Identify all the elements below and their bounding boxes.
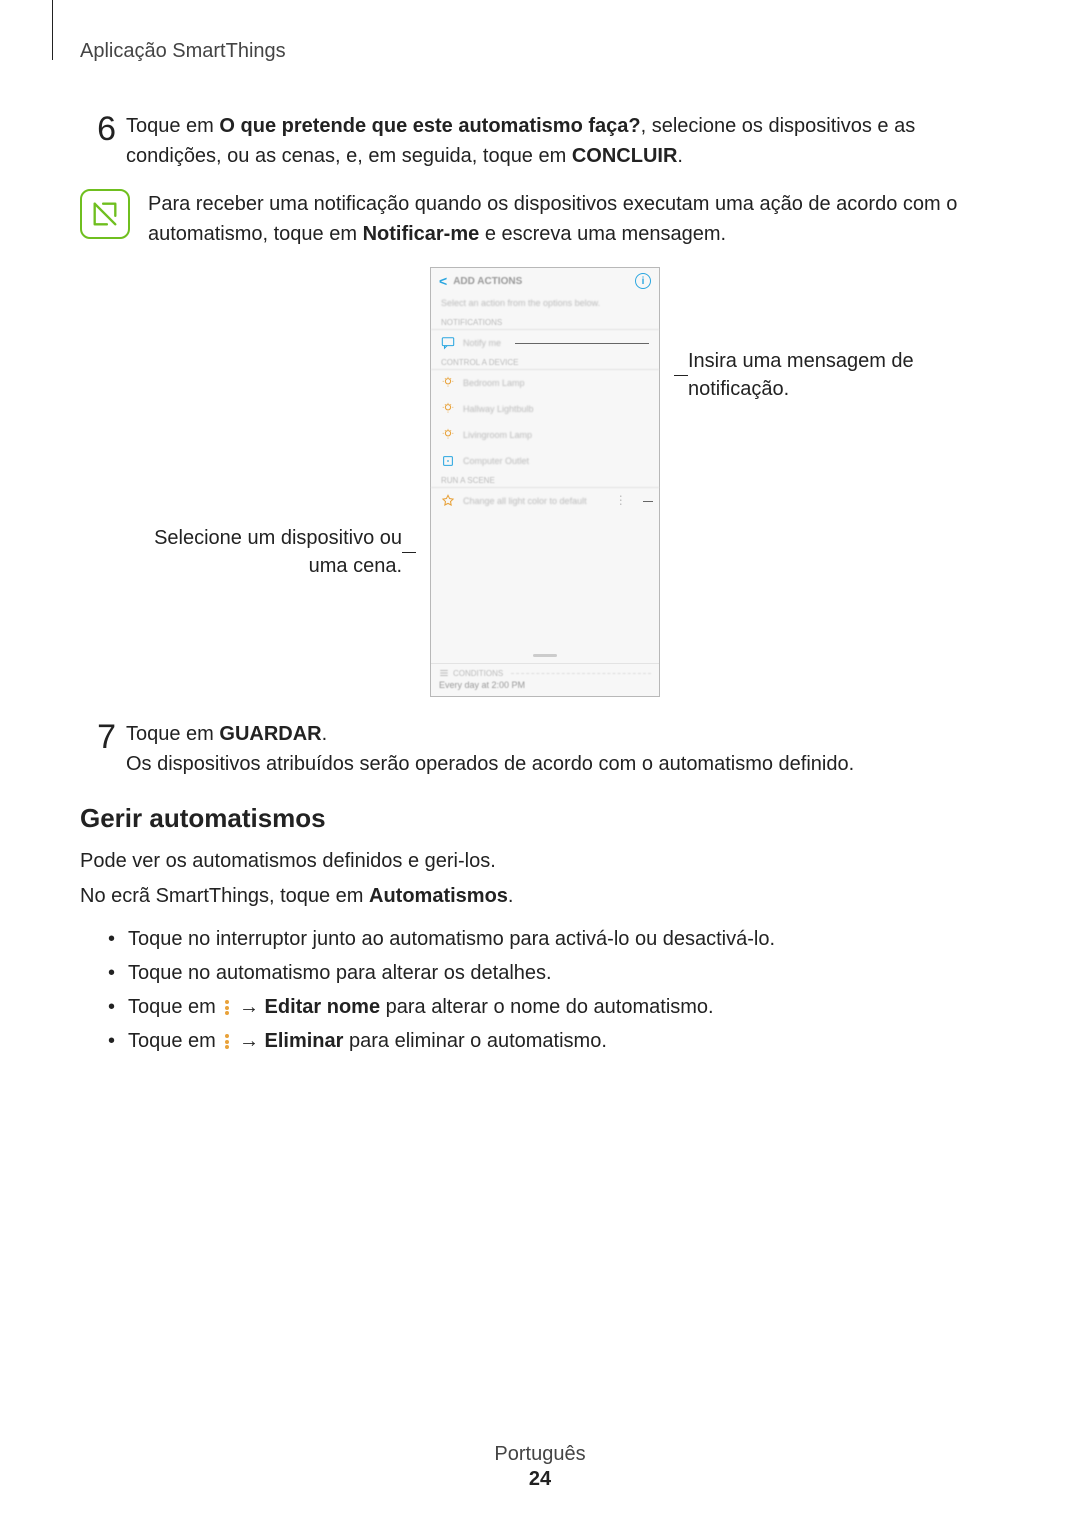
note-icon xyxy=(80,189,130,239)
page-header: Aplicação SmartThings xyxy=(80,40,1000,63)
left-margin-rule xyxy=(52,0,53,60)
outlet-icon xyxy=(441,454,455,468)
bulb-icon xyxy=(441,428,455,442)
bulb-icon xyxy=(441,402,455,416)
step-7-number: 7 xyxy=(80,719,116,779)
list-item: Toque no automatismo para alterar os det… xyxy=(108,956,1000,990)
row-device[interactable]: Hallway Lightbulb xyxy=(431,396,659,422)
bulb-icon xyxy=(441,376,455,390)
footer-language: Português xyxy=(0,1443,1080,1466)
list-item: Toque no interruptor junto ao automatism… xyxy=(108,922,1000,956)
condition-time: Every day at 2:00 PM xyxy=(431,680,659,696)
paragraph: No ecrã SmartThings, toque em Automatism… xyxy=(80,881,1000,912)
phone-screenshot: < ADD ACTIONS i Select an action from th… xyxy=(430,267,660,697)
row-device[interactable]: Bedroom Lamp xyxy=(431,370,659,396)
callout-left: Selecione um dispositivo ou uma cena. xyxy=(122,524,402,580)
row-device[interactable]: Livingroom Lamp xyxy=(431,422,659,448)
section-notifications: NOTIFICATIONS xyxy=(431,316,659,330)
star-icon xyxy=(441,494,455,508)
more-icon xyxy=(224,1033,230,1051)
row-device[interactable]: Computer Outlet xyxy=(431,448,659,474)
footer-page-number: 24 xyxy=(0,1468,1080,1491)
section-control: CONTROL A DEVICE xyxy=(431,356,659,370)
step-6-text: Toque em O que pretende que este automat… xyxy=(126,111,1000,171)
step-6-number: 6 xyxy=(80,111,116,171)
conditions-label: CONDITIONS xyxy=(439,668,651,678)
chat-icon xyxy=(441,336,455,350)
info-icon[interactable]: i xyxy=(635,273,651,289)
row-scene[interactable]: Change all light color to default ⋮ xyxy=(431,488,659,514)
callout-line xyxy=(402,552,416,553)
note-text: Para receber uma notificação quando os d… xyxy=(148,189,1000,249)
callout-right: Insira uma mensagem de notificação. xyxy=(688,347,958,403)
paragraph: Pode ver os automatismos definidos e ger… xyxy=(80,846,1000,877)
phone-title: ADD ACTIONS xyxy=(453,276,522,287)
step-7-text: Toque em GUARDAR. Os dispositivos atribu… xyxy=(126,719,1000,779)
list-item: Toque em → Eliminar para eliminar o auto… xyxy=(108,1024,1000,1058)
list-item: Toque em → Editar nome para alterar o no… xyxy=(108,990,1000,1024)
back-icon[interactable]: < xyxy=(439,273,447,289)
callout-line xyxy=(674,375,688,376)
more-icon[interactable]: ⋮ xyxy=(613,499,629,503)
phone-subtitle: Select an action from the options below. xyxy=(431,294,659,316)
heading-manage-automations: Gerir automatismos xyxy=(80,803,1000,834)
section-scene: RUN A SCENE xyxy=(431,474,659,488)
more-icon xyxy=(224,999,230,1017)
drag-handle[interactable] xyxy=(533,654,557,657)
row-notify[interactable]: Notify me xyxy=(431,330,659,356)
